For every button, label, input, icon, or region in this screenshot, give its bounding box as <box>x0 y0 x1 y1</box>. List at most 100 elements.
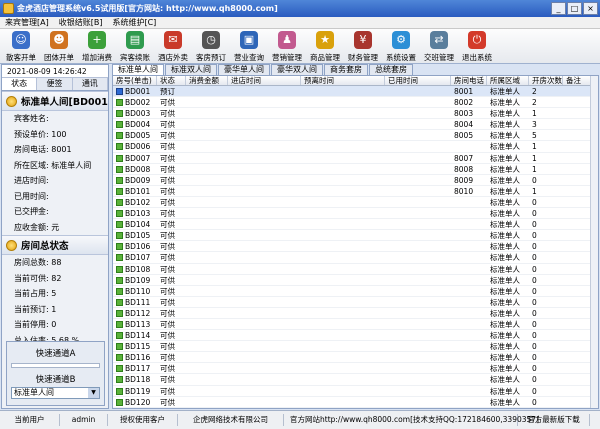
table-cell <box>451 408 487 409</box>
table-row[interactable]: BD002 可供 8002 标准单人 2 <box>113 97 598 109</box>
table-cell <box>385 141 451 151</box>
table-cell <box>186 164 228 174</box>
table-cell <box>186 219 228 229</box>
tab-room-type[interactable]: 标准双人间 <box>165 64 217 75</box>
table-row[interactable]: BD115 可供 标准单人 0 <box>113 341 598 353</box>
table-cell: 可供 <box>160 242 175 252</box>
room-status-icon <box>116 376 123 384</box>
toolbar-button-plus[interactable]: + 增加消费 <box>78 29 116 64</box>
menu-checkout[interactable]: 收银结账[B] <box>54 17 108 28</box>
room-number: BD103 <box>125 209 151 219</box>
grid-column-header[interactable]: 所属区域 <box>487 76 529 85</box>
close-button[interactable]: × <box>583 2 598 15</box>
toolbar-button-settings[interactable]: ⚙ 系统设置 <box>382 29 420 64</box>
status-bar-item[interactable]: 官方最新版下载 <box>518 414 590 426</box>
toolbar-button-staff[interactable]: ♟ 营销管理 <box>268 29 306 64</box>
table-row[interactable]: BD110 可供 标准单人 0 <box>113 286 598 297</box>
table-row[interactable]: BD108 可供 标准单人 0 <box>113 264 598 275</box>
tab-room-type[interactable]: 商务套房 <box>324 64 368 75</box>
table-row[interactable]: BD102 可供 标准单人 0 <box>113 197 598 209</box>
table-row[interactable]: BD007 可供 8007 标准单人 1 <box>113 153 598 164</box>
table-cell <box>451 374 487 384</box>
table-row[interactable]: BD006 可供 标准单人 1 <box>113 141 598 153</box>
room-status-icon <box>116 243 123 251</box>
toolbar: ☺ 散客开单 ☻ 团体开单 + 增加消费 ▤ 宾客续账 ✉ 酒店外卖 ◷ 客房预订 ▣ 营业查询 ♟ 营销管理… <box>0 29 600 64</box>
room-info-field: 宾客姓名: <box>14 114 49 123</box>
grid-column-header[interactable]: 消费金额 <box>186 76 228 85</box>
table-cell <box>385 408 451 409</box>
table-row[interactable]: BD120 可供 标准单人 0 <box>113 397 598 408</box>
toolbar-button-ledger[interactable]: ▤ 宾客续账 <box>116 29 154 64</box>
table-row[interactable]: BD103 可供 标准单人 0 <box>113 208 598 220</box>
toolbar-button-star[interactable]: ★ 商品管理 <box>306 29 344 64</box>
toolbar-button-user[interactable]: ☺ 散客开单 <box>2 29 40 64</box>
room-number: BD006 <box>125 142 151 152</box>
menu-guest-management[interactable]: 来宾管理[A] <box>0 17 54 28</box>
quick-channel-a-input[interactable] <box>11 363 100 368</box>
toolbar-button-clock[interactable]: ◷ 客房预订 <box>192 29 230 64</box>
tab-contacts[interactable]: 通讯 <box>72 78 108 90</box>
toolbar-button-group[interactable]: ☻ 团体开单 <box>40 29 78 64</box>
table-row[interactable]: BD003 可供 8003 标准单人 1 <box>113 108 598 120</box>
table-row[interactable]: BD104 可供 标准单人 0 <box>113 219 598 231</box>
table-cell <box>228 330 301 340</box>
tab-notes[interactable]: 便签 <box>37 78 73 90</box>
table-row[interactable]: BD001 预订 8001 标准单人 2 <box>113 86 598 98</box>
chevron-down-icon[interactable]: ▼ <box>88 388 99 398</box>
quick-channel-b-label: 快速通道B <box>35 375 76 385</box>
table-row[interactable]: BD107 可供 标准单人 0 <box>113 252 598 264</box>
toolbar-label: 系统设置 <box>386 53 416 62</box>
table-cell: 标准单人 <box>490 164 520 174</box>
table-row[interactable]: BD114 可供 标准单人 0 <box>113 330 598 342</box>
table-cell <box>451 386 487 396</box>
toolbar-button-finance[interactable]: ¥ 财务管理 <box>344 29 382 64</box>
toolbar-button-display[interactable]: ▣ 营业查询 <box>230 29 268 64</box>
quick-channel-b-select[interactable]: 标准单人间 ▼ <box>11 387 100 399</box>
table-row[interactable]: BD121可供 标准单人0 <box>113 408 598 409</box>
table-row[interactable]: BD106 可供 标准单人 0 <box>113 241 598 253</box>
room-info-title: 标准单人间[BD001 <box>21 97 108 108</box>
plus-icon: + <box>88 31 106 49</box>
menu-system-maintenance[interactable]: 系统维护[C] <box>107 17 161 28</box>
grid-column-header[interactable]: 进店时间 <box>228 76 301 85</box>
grid-column-header[interactable]: 备注 <box>563 76 591 85</box>
table-row[interactable]: BD009 可供 8009 标准单人 0 <box>113 175 598 186</box>
toolbar-button-shift[interactable]: ⇄ 交班管理 <box>420 29 458 64</box>
tab-status[interactable]: 状态 <box>2 78 38 90</box>
grid-column-header[interactable]: 房间电话 <box>451 76 487 85</box>
table-row[interactable]: BD109 可供 标准单人 0 <box>113 275 598 286</box>
tab-room-type[interactable]: 豪华双人间 <box>271 64 323 75</box>
table-row[interactable]: BD113 可供 标准单人 0 <box>113 319 598 331</box>
table-cell <box>385 241 451 251</box>
table-row[interactable]: BD119 可供 标准单人 0 <box>113 386 598 397</box>
grid-column-header[interactable]: 开房次数 <box>529 76 563 85</box>
tab-room-type[interactable]: 总统套房 <box>369 64 413 75</box>
table-row[interactable]: BD117 可供 标准单人 0 <box>113 363 598 375</box>
table-cell <box>451 252 487 262</box>
minimize-button[interactable]: _ <box>551 2 566 15</box>
grid-scrollbar[interactable] <box>590 76 598 408</box>
table-row[interactable]: BD105 可供 标准单人 0 <box>113 230 598 242</box>
grid-column-header[interactable]: 状态 <box>157 76 186 85</box>
table-cell: 3 <box>532 120 537 130</box>
table-row[interactable]: BD004 可供 8004 标准单人 3 <box>113 119 598 131</box>
table-row[interactable]: BD112 可供 标准单人 0 <box>113 308 598 319</box>
table-row[interactable]: BD111 可供 标准单人 0 <box>113 297 598 308</box>
table-cell <box>301 153 385 163</box>
table-row[interactable]: BD101 可供 8010 标准单人 1 <box>113 186 598 197</box>
grid-column-header[interactable]: 已用时间 <box>385 76 451 85</box>
toolbar-button-exit[interactable]: ⏻ 退出系统 <box>458 29 496 64</box>
table-row[interactable]: BD005 可供 8005 标准单人 5 <box>113 130 598 142</box>
table-cell <box>563 175 591 185</box>
tab-room-type[interactable]: 豪华单人间 <box>218 64 270 75</box>
table-row[interactable]: BD008 可供 8008 标准单人 1 <box>113 164 598 175</box>
maximize-button[interactable]: □ <box>567 2 582 15</box>
grid-column-header[interactable]: 房号(单击) <box>113 76 157 85</box>
grid-column-header[interactable]: 预离时间 <box>301 76 385 85</box>
table-cell <box>563 130 591 140</box>
table-row[interactable]: BD116 可供 标准单人 0 <box>113 352 598 364</box>
table-row[interactable]: BD118 可供 标准单人 0 <box>113 374 598 386</box>
table-cell <box>186 397 228 407</box>
toolbar-button-delivery[interactable]: ✉ 酒店外卖 <box>154 29 192 64</box>
tab-room-type[interactable]: 标准单人间 <box>112 64 164 75</box>
